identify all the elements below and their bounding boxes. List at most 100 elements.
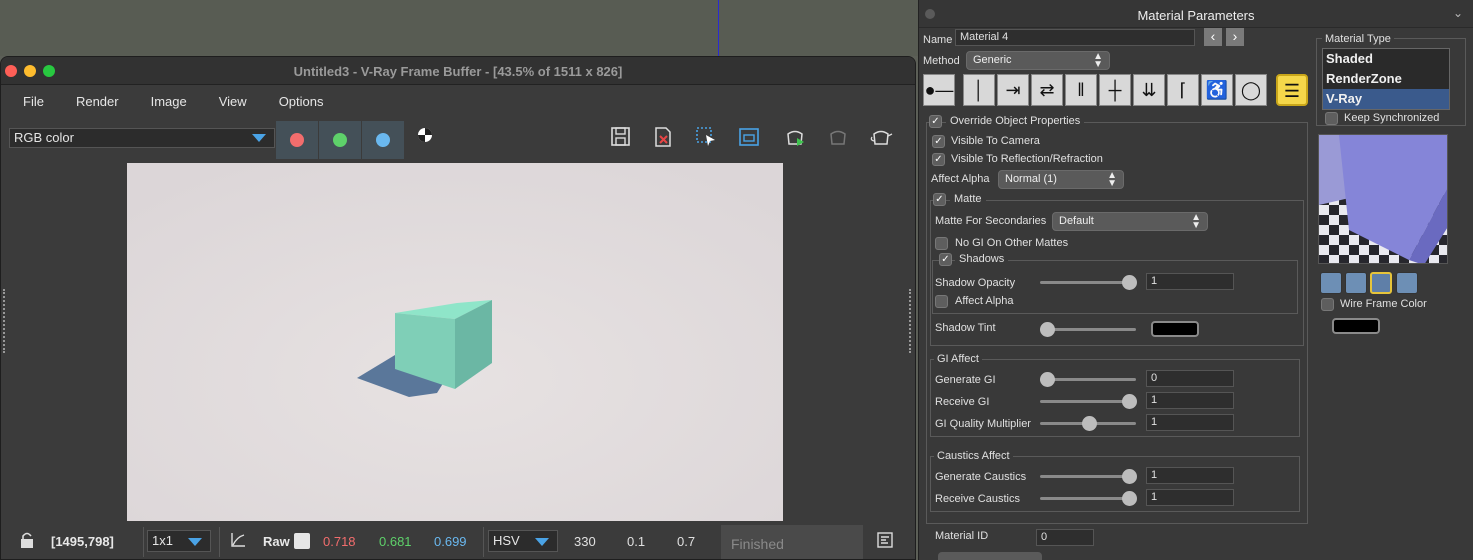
sphere-tool-icon[interactable]: ◯ [1235,74,1267,106]
preview-plane-icon[interactable] [1396,272,1418,294]
menu-image[interactable]: Image [151,94,187,109]
material-type-list[interactable]: Shaded RenderZone V-Ray [1322,48,1450,110]
figure-tool-icon[interactable]: ♿ [1201,74,1233,106]
pixel-coordinates: [1495,798] [51,534,114,549]
warp-tool-icon[interactable]: ⌈ [1167,74,1199,106]
menu-file[interactable]: File [23,94,44,109]
name-label: Name [923,34,953,46]
color-mode-select[interactable]: HSV [488,530,558,552]
lock-icon[interactable] [19,531,35,552]
right-resize-grip[interactable] [909,289,913,353]
next-material-button[interactable]: › [1226,28,1244,46]
matte-checkbox[interactable]: ✓ [933,193,946,206]
region-render-icon[interactable] [694,126,718,150]
wire-frame-color-swatch[interactable] [1332,318,1380,334]
generate-caustics-slider-knob[interactable] [1122,469,1137,484]
render-interactive-teapot-icon[interactable] [869,126,893,150]
gi-quality-slider-knob[interactable] [1082,416,1097,431]
generate-gi-field[interactable]: 0 [1146,370,1234,387]
affect-alpha-select[interactable]: Normal (1) ▲ ▼ [998,170,1124,189]
cross-tool-icon[interactable]: ┼ [1099,74,1131,106]
alpha-channel-icon[interactable] [413,126,437,150]
receive-caustics-slider-knob[interactable] [1122,491,1137,506]
wire-frame-color-checkbox[interactable] [1321,298,1334,311]
object-properties-icon[interactable]: ☰ [1276,74,1308,106]
bottom-button[interactable] [938,552,1042,560]
double-line-icon[interactable]: ‖ [1065,74,1097,106]
preview-sphere-icon[interactable] [1320,272,1342,294]
red-dot-icon [290,133,304,147]
green-channel-button[interactable] [319,121,361,159]
collapse-chevron-icon[interactable]: ⌄ [1453,6,1463,20]
status-separator [483,527,484,557]
track-mouse-icon[interactable] [737,126,761,150]
hue-value: 330 [574,534,596,549]
no-gi-checkbox[interactable] [935,237,948,250]
shadow-affect-alpha-checkbox[interactable] [935,295,948,308]
panel-close-button[interactable] [925,9,935,19]
material-type-vray[interactable]: V-Ray [1323,89,1449,109]
curve-icon[interactable] [229,531,247,552]
material-type-shaded[interactable]: Shaded [1323,49,1449,69]
render-viewport[interactable] [1,159,915,521]
visible-reflection-checkbox[interactable]: ✓ [932,153,945,166]
shadow-tint-slider-knob[interactable] [1040,322,1055,337]
left-resize-grip[interactable] [3,289,7,353]
receive-gi-slider-knob[interactable] [1122,394,1137,409]
shadow-tint-swatch[interactable] [1151,321,1199,337]
matte-label: Matte [950,193,986,205]
name-field[interactable]: Material 4 [955,29,1195,46]
override-checkbox[interactable]: ✓ [929,115,942,128]
channel-select[interactable]: RGB color [9,128,275,148]
clear-image-icon[interactable] [651,126,675,150]
matte-secondaries-select[interactable]: Default ▲ ▼ [1052,212,1208,231]
color-mode-value: HSV [493,533,520,548]
method-select[interactable]: Generic ▲ ▼ [966,51,1110,70]
menu-options[interactable]: Options [279,94,324,109]
red-channel-button[interactable] [276,121,318,159]
wire-frame-color-label: Wire Frame Color [1340,298,1427,310]
receive-gi-field[interactable]: 1 [1146,392,1234,409]
keep-sync-checkbox[interactable] [1325,112,1338,125]
shadow-opacity-slider-knob[interactable] [1122,275,1137,290]
vray-frame-buffer-window: Untitled3 - V-Ray Frame Buffer - [43.5% … [0,56,916,560]
mp-titlebar[interactable]: Material Parameters ⌄ [919,0,1473,28]
gi-quality-field[interactable]: 1 [1146,414,1234,431]
material-type-renderzone[interactable]: RenderZone [1323,69,1449,89]
merge-tool-icon[interactable]: ⇊ [1133,74,1165,106]
background-strip [0,0,918,56]
stop-render-teapot-icon[interactable] [826,126,850,150]
vfb-menubar: File Render Image View Options [1,85,915,117]
arrow-tool-icon[interactable]: ⇥ [997,74,1029,106]
save-image-icon[interactable] [609,126,633,150]
generate-gi-slider-knob[interactable] [1040,372,1055,387]
point-tool-icon[interactable]: ●— [923,74,955,106]
material-id-field[interactable]: 0 [1036,529,1094,546]
sample-size-value: 1x1 [152,533,173,548]
prev-material-button[interactable]: ‹ [1204,28,1222,46]
split-tool-icon[interactable]: ⇄ [1031,74,1063,106]
shadows-checkbox[interactable]: ✓ [939,253,952,266]
material-type-label: Material Type [1322,33,1394,45]
rendered-image[interactable] [127,163,783,521]
shadow-opacity-field[interactable]: 1 [1146,273,1234,290]
affect-alpha-value: Normal (1) [1005,173,1057,185]
preview-cube-icon[interactable] [1370,272,1392,294]
line-tool-icon[interactable]: │ [963,74,995,106]
blue-channel-button[interactable] [362,121,404,159]
generate-caustics-field[interactable]: 1 [1146,467,1234,484]
menu-view[interactable]: View [219,94,247,109]
raw-color-swatch [294,533,310,549]
receive-caustics-field[interactable]: 1 [1146,489,1234,506]
log-icon[interactable] [877,532,893,551]
raw-label: Raw [263,534,290,549]
render-teapot-icon[interactable] [783,126,807,150]
vfb-titlebar[interactable]: Untitled3 - V-Ray Frame Buffer - [43.5% … [1,57,915,85]
visible-camera-checkbox[interactable]: ✓ [932,135,945,148]
sample-size-select[interactable]: 1x1 [147,530,211,552]
generate-gi-label: Generate GI [935,374,996,386]
preview-cylinder-icon[interactable] [1345,272,1367,294]
override-label: Override Object Properties [946,115,1085,127]
menu-render[interactable]: Render [76,94,119,109]
channel-select-value: RGB color [14,130,74,145]
